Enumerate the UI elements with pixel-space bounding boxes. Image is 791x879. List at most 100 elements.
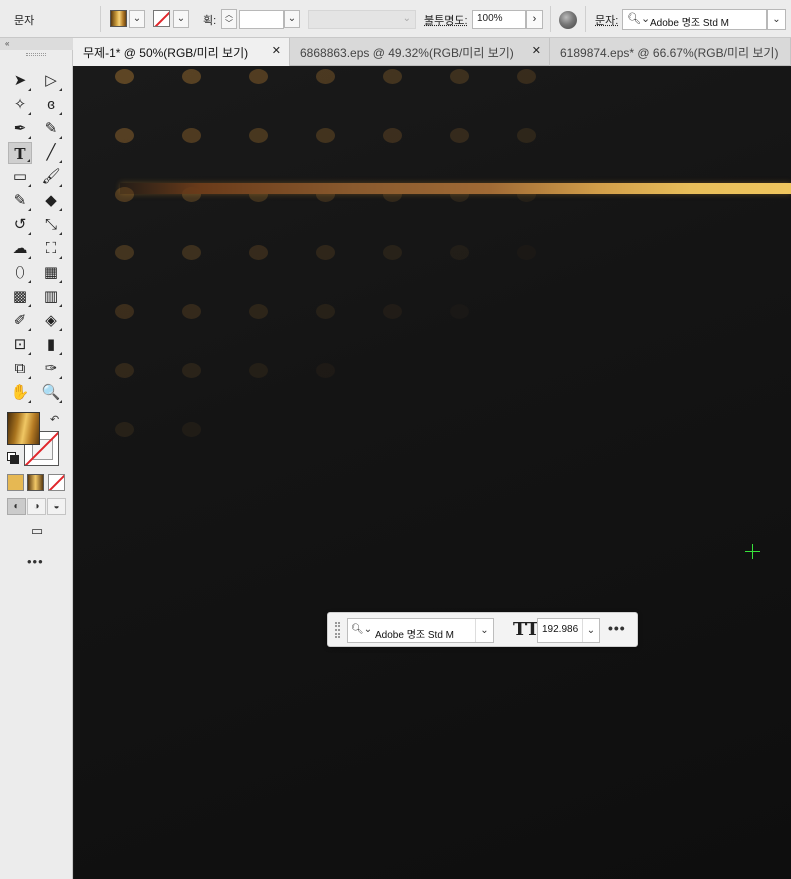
shaper-tool-icon[interactable]: ✎ xyxy=(8,190,32,212)
eraser-tool-icon[interactable]: ◆ xyxy=(39,190,63,212)
perspective-grid-tool-icon[interactable]: ▦ xyxy=(39,262,63,284)
pattern-dot xyxy=(316,69,335,84)
stroke-weight-stepper[interactable]: ︿ ﹀ xyxy=(221,9,237,29)
pattern-dot xyxy=(182,128,201,143)
tab-document-3[interactable]: 6189874.eps* @ 66.67%(RGB/미리 보기) xyxy=(550,38,791,66)
opacity-arrow-icon[interactable]: › xyxy=(526,10,543,29)
tool-group-indicator xyxy=(27,159,30,162)
mesh-tool-icon[interactable]: ▩ xyxy=(8,286,32,308)
eyedropper-tool-icon[interactable]: ✐ xyxy=(8,310,32,332)
direct-selection-tool-icon[interactable]: ▷ xyxy=(39,70,63,92)
font-size-field[interactable]: 192.986 ⌄ xyxy=(537,618,600,643)
tab-label: 6189874.eps* @ 66.67%(RGB/미리 보기) xyxy=(560,46,779,60)
fill-color-swatch[interactable] xyxy=(7,412,40,445)
line-segment-tool-icon[interactable]: ╱ xyxy=(39,142,63,164)
pattern-dot xyxy=(249,363,268,378)
none-mode-button[interactable] xyxy=(48,474,65,491)
gradient-mode-button[interactable] xyxy=(27,474,44,491)
chevron-down-icon[interactable]: ⌄ xyxy=(475,619,493,642)
fill-swatch[interactable] xyxy=(110,10,127,27)
swap-fill-stroke-icon[interactable]: ↶ xyxy=(50,413,59,426)
font-family-field[interactable]: 🔍︎⌄ Adobe 명조 Std M xyxy=(622,9,767,30)
shape-builder-tool-icon[interactable]: ⬯ xyxy=(8,262,32,284)
close-icon[interactable]: ✕ xyxy=(272,44,281,57)
task-bar-font-value: Adobe 명조 Std M xyxy=(375,630,454,641)
opacity-label[interactable]: 불투명도: xyxy=(424,12,468,28)
artboard-canvas[interactable] xyxy=(74,67,791,879)
draw-behind-icon[interactable]: ◑ xyxy=(27,498,46,515)
stroke-swatch-none-icon[interactable] xyxy=(153,10,170,27)
warp-tool-icon[interactable]: ☁ xyxy=(8,238,32,260)
variable-width-profile-select: ⌄ xyxy=(308,10,416,29)
color-mode-button[interactable] xyxy=(7,474,24,491)
paintbrush-tool-icon[interactable]: 🖌 xyxy=(39,166,63,188)
slice-tool-icon[interactable]: ✑ xyxy=(39,358,63,380)
tool-group-indicator xyxy=(28,88,31,91)
stroke-weight-input[interactable] xyxy=(239,10,284,29)
symbol-sprayer-tool-icon[interactable]: ⊡ xyxy=(8,334,32,356)
curvature-tool-icon[interactable]: ✎ xyxy=(39,118,63,140)
pattern-dot xyxy=(182,363,201,378)
stroke-dropdown-chevron-icon[interactable]: ⌄ xyxy=(173,10,189,28)
screen-mode-icon[interactable]: ▭ xyxy=(26,523,48,540)
draw-normal-icon[interactable]: ◐ xyxy=(7,498,26,515)
magic-wand-tool-icon[interactable]: ✧ xyxy=(8,94,32,116)
pattern-dot xyxy=(450,128,469,143)
selection-tool-icon[interactable]: ➤ xyxy=(8,70,32,92)
recolor-artwork-icon[interactable] xyxy=(559,11,577,29)
pattern-dot xyxy=(316,304,335,319)
task-bar-grip[interactable] xyxy=(335,622,340,638)
pattern-dot xyxy=(316,128,335,143)
column-graph-tool-icon[interactable]: ▮ xyxy=(39,334,63,356)
default-fill-stroke-icon[interactable] xyxy=(7,452,19,464)
character-label[interactable]: 문자: xyxy=(595,12,618,28)
pattern-dot xyxy=(249,128,268,143)
tool-group-indicator xyxy=(28,400,31,403)
stroke-weight-dropdown-chevron-icon[interactable]: ⌄ xyxy=(284,10,300,28)
tool-group-indicator xyxy=(28,112,31,115)
fill-dropdown-chevron-icon[interactable]: ⌄ xyxy=(129,10,145,28)
rotate-tool-icon[interactable]: ↺ xyxy=(8,214,32,236)
lasso-tool-icon[interactable]: ɞ xyxy=(39,94,63,116)
control-bar: 문자 ⌄ ⌄ 획: ︿ ﹀ ⌄ ⌄ 불투명도: 100% › 문자: 🔍︎⌄ Ad… xyxy=(0,0,791,38)
blend-tool-icon[interactable]: ◈ xyxy=(39,310,63,332)
edit-toolbar-button[interactable]: ••• xyxy=(27,554,44,569)
tool-group-indicator xyxy=(59,112,62,115)
pattern-dot xyxy=(115,422,134,437)
toolbox-collapse-button[interactable]: « xyxy=(0,38,73,50)
draw-inside-icon[interactable]: ◒ xyxy=(47,498,66,515)
gold-gradient-line[interactable] xyxy=(120,183,791,194)
tool-group-indicator xyxy=(28,232,31,235)
tab-document-2[interactable]: 6868863.eps @ 49.32%(RGB/미리 보기) ✕ xyxy=(290,38,550,66)
more-options-button[interactable]: ••• xyxy=(608,620,626,636)
pattern-dot xyxy=(383,69,402,84)
tab-document-1[interactable]: 무제-1* @ 50%(RGB/미리 보기) ✕ xyxy=(73,38,290,66)
tool-group-indicator xyxy=(28,208,31,211)
font-size-icon: TT xyxy=(513,619,540,640)
type-tool-icon[interactable]: T xyxy=(8,142,32,164)
font-family-dropdown-chevron-icon[interactable]: ⌄ xyxy=(767,9,786,30)
gradient-tool-icon[interactable]: ▥ xyxy=(39,286,63,308)
opacity-input[interactable]: 100% xyxy=(472,10,526,29)
search-icon: 🔍︎⌄ xyxy=(627,13,651,25)
tool-group-indicator xyxy=(59,256,62,259)
free-transform-tool-icon[interactable]: ⛶ xyxy=(39,238,63,260)
close-icon[interactable]: ✕ xyxy=(532,44,541,57)
tool-group-indicator xyxy=(28,280,31,283)
toolbox-grip[interactable] xyxy=(26,53,46,56)
tool-group-indicator xyxy=(28,304,31,307)
rectangle-tool-icon[interactable]: ▭ xyxy=(8,166,32,188)
task-bar-font-field[interactable]: 🔍︎⌄ Adobe 명조 Std M ⌄ xyxy=(347,618,494,643)
hand-tool-icon[interactable]: ✋ xyxy=(8,382,32,404)
pattern-dot xyxy=(316,245,335,260)
artboard-tool-icon[interactable]: ⧉ xyxy=(8,358,32,380)
divider xyxy=(100,6,101,32)
tool-group-indicator xyxy=(59,184,62,187)
chevron-down-icon[interactable]: ⌄ xyxy=(582,619,599,642)
scale-tool-icon[interactable]: ⤡ xyxy=(39,214,63,236)
tab-label: 무제-1* @ 50%(RGB/미리 보기) xyxy=(83,46,249,60)
zoom-tool-icon[interactable]: 🔍 xyxy=(39,382,63,404)
pattern-dot xyxy=(249,69,268,84)
pen-tool-icon[interactable]: ✒ xyxy=(8,118,32,140)
tool-group-indicator xyxy=(59,352,62,355)
